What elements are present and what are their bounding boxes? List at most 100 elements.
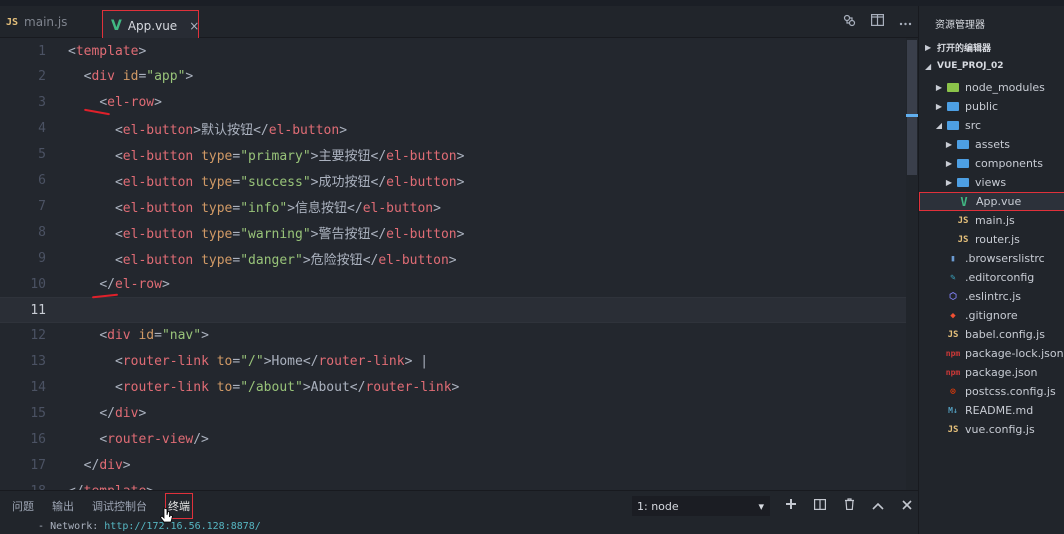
code-editor[interactable]: 1 <template> 2 <div id="app"> 3 <el-row> 4 <… xyxy=(0,38,918,490)
code-token: > xyxy=(310,149,319,165)
postcss-file-icon: ⊙ xyxy=(950,386,956,397)
editor-scrollbar[interactable] xyxy=(906,38,918,490)
close-icon[interactable]: × xyxy=(189,19,199,33)
code-token: < xyxy=(99,432,108,447)
code-token: </ xyxy=(349,380,366,396)
code-line[interactable]: 9 <el-button type="danger">危险按钮</el-butt… xyxy=(0,245,906,271)
code-line[interactable]: 12 <div id="nav"> xyxy=(0,323,906,349)
tree-item[interactable]: V App.vue xyxy=(919,192,1064,211)
code-line[interactable]: 7 <el-button type="info">信息按钮</el-button… xyxy=(0,193,906,219)
code-line[interactable]: 11 xyxy=(0,297,906,323)
code-line[interactable]: 17 </div> xyxy=(0,452,906,478)
code-line[interactable]: 18</template> xyxy=(0,478,906,490)
terminal-select[interactable]: 1: node ▾ xyxy=(632,496,770,516)
tree-item-label: public xyxy=(965,100,999,113)
split-terminal-icon[interactable] xyxy=(813,498,827,514)
open-editors-section[interactable]: ▶ 打开的编辑器 xyxy=(919,38,1064,56)
code-line[interactable]: 14 <router-link to="/about">About</route… xyxy=(0,375,906,401)
code-token: > xyxy=(302,380,311,396)
tree-item[interactable]: JS main.js xyxy=(919,211,1064,230)
tree-item[interactable]: JS vue.config.js xyxy=(919,420,1064,439)
tree-item[interactable]: ⊙ postcss.config.js xyxy=(919,382,1064,401)
code-token: </ xyxy=(370,149,387,165)
code-token: > xyxy=(122,457,131,473)
chevron-icon: ▶ xyxy=(945,140,953,149)
tree-item[interactable]: ▶ components xyxy=(919,154,1064,173)
bottom-panel: 问题 输出 调试控制台 终端 1: node ▾ - Network: http… xyxy=(0,490,918,534)
tree-item[interactable]: ⬡ .eslintrc.js xyxy=(919,287,1064,306)
tab-app-vue[interactable]: V App.vue × xyxy=(102,10,199,41)
terminal-url[interactable]: http://172.16.56.128:8878/ xyxy=(104,521,261,532)
tab-debug-console[interactable]: 调试控制台 xyxy=(92,498,147,514)
tree-item[interactable]: ◢ src xyxy=(919,116,1064,135)
maximize-panel-icon[interactable] xyxy=(871,499,885,514)
more-icon[interactable] xyxy=(898,15,912,30)
code-line[interactable]: 3 <el-row> xyxy=(0,90,906,116)
tree-item[interactable]: JS router.js xyxy=(919,230,1064,249)
code-line[interactable]: 4 <el-button>默认按钮</el-button> xyxy=(0,116,906,142)
code-line[interactable]: 6 <el-button type="success">成功按钮</el-but… xyxy=(0,168,906,194)
project-section[interactable]: ◢ VUE_PROJ_02 xyxy=(919,57,1064,75)
tree-item-label: babel.config.js xyxy=(965,328,1045,341)
sidebar-title: 资源管理器 xyxy=(935,20,985,31)
code-token: el-button xyxy=(122,226,194,242)
tree-item-label: src xyxy=(965,119,982,132)
code-token: router-view xyxy=(107,432,194,447)
code-token: el-row xyxy=(114,276,162,292)
code-token: el-button xyxy=(386,226,457,242)
code-line[interactable]: 15 </div> xyxy=(0,401,906,427)
tree-item[interactable]: ◆ .gitignore xyxy=(919,306,1064,325)
tree-item[interactable]: npm package-lock.json xyxy=(919,344,1064,363)
tree-item[interactable]: ▶ public xyxy=(919,97,1064,116)
code-text: <el-button type="warning">警告按钮</el-butto… xyxy=(46,223,464,242)
code-token: > xyxy=(456,175,465,190)
line-number: 10 xyxy=(30,276,46,292)
tab-main-js[interactable]: JS main.js xyxy=(0,6,100,38)
code-line[interactable]: 8 <el-button type="warning">警告按钮</el-but… xyxy=(0,219,906,245)
code-token: 主要按钮 xyxy=(318,149,371,165)
tree-item-label: assets xyxy=(975,138,1011,151)
code-line[interactable]: 16 <router-view/> xyxy=(0,427,906,453)
markdown-file-icon: M↓ xyxy=(948,406,958,415)
split-editor-icon[interactable] xyxy=(870,14,884,30)
code-line[interactable]: 10 </el-row> xyxy=(0,271,906,297)
tree-item[interactable]: npm package.json xyxy=(919,363,1064,382)
chevron-down-icon: ◢ xyxy=(925,61,932,71)
code-line[interactable]: 5 <el-button type="primary">主要按钮</el-but… xyxy=(0,142,906,168)
code-token: < xyxy=(114,354,123,370)
code-token: /> xyxy=(193,432,209,447)
scrollbar-thumb[interactable] xyxy=(907,40,917,175)
code-token: el-button xyxy=(122,252,194,268)
code-text: </div> xyxy=(46,406,146,421)
code-token: </ xyxy=(347,200,363,216)
close-panel-icon[interactable] xyxy=(900,499,914,514)
trash-icon[interactable] xyxy=(842,498,856,514)
tree-item[interactable]: ▮ .browserslistrc xyxy=(919,249,1064,268)
code-token: type xyxy=(201,226,233,242)
split-compare-icon[interactable] xyxy=(842,14,856,31)
js-file-icon: JS xyxy=(957,215,969,226)
code-text: <div id="app"> xyxy=(46,69,194,84)
tree-item[interactable]: M↓ README.md xyxy=(919,401,1064,420)
tree-item[interactable]: ▶ views xyxy=(919,173,1064,192)
tree-item[interactable]: ✎ .editorconfig xyxy=(919,268,1064,287)
tree-item[interactable]: JS babel.config.js xyxy=(919,325,1064,344)
code-line[interactable]: 1 <template> xyxy=(0,38,906,64)
code-token: 成功按钮 xyxy=(318,175,371,190)
code-line[interactable]: 2 <div id="app"> xyxy=(0,64,906,90)
tab-output[interactable]: 输出 xyxy=(52,498,74,514)
new-terminal-icon[interactable] xyxy=(784,498,798,514)
tab-problems[interactable]: 问题 xyxy=(12,498,34,514)
code-token: </ xyxy=(99,406,115,422)
tree-item[interactable]: ▶ assets xyxy=(919,135,1064,154)
code-token: = xyxy=(154,328,162,344)
tree-item[interactable]: ▶ node_modules xyxy=(919,78,1064,97)
project-label: VUE_PROJ_02 xyxy=(937,61,1004,71)
code-line[interactable]: 13 <router-link to="/">Home</router-link… xyxy=(0,349,906,375)
code-token: 警告按钮 xyxy=(318,226,371,242)
